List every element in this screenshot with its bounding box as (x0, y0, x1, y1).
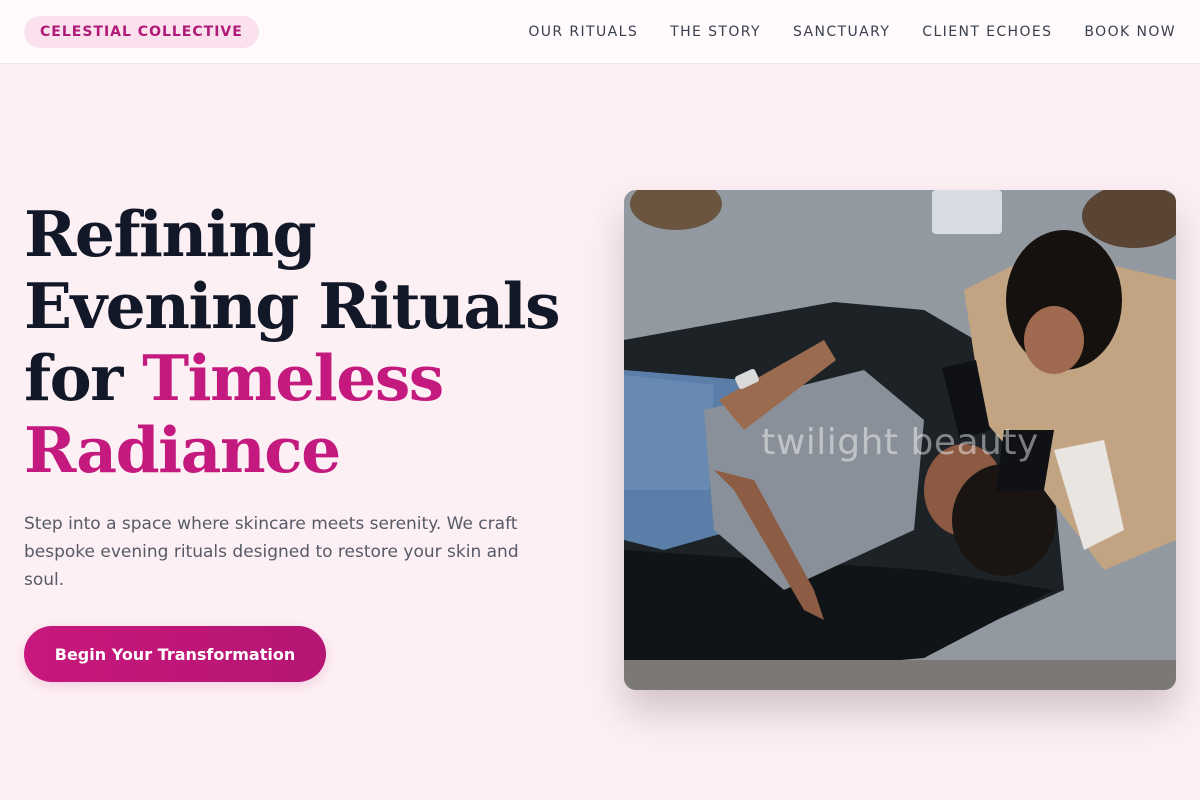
hero-title-accent-timeless: Timeless (142, 341, 444, 415)
site-header: CELESTIAL COLLECTIVE OUR RITUALS THE STO… (0, 0, 1200, 64)
hero-subtitle: Step into a space where skincare meets s… (24, 514, 519, 590)
hero-title-line2: Evening Rituals (24, 269, 561, 343)
nav-item-client-echoes[interactable]: CLIENT ECHOES (922, 24, 1052, 40)
nav-item-the-story[interactable]: THE STORY (670, 24, 761, 40)
image-watermark: twilight beauty (761, 422, 1039, 463)
main-nav: OUR RITUALS THE STORY SANCTUARY CLIENT E… (528, 24, 1176, 40)
hero-title-line1: Refining (24, 197, 317, 271)
hero-title-accent-radiance: Radiance (24, 413, 341, 487)
nav-item-sanctuary[interactable]: SANCTUARY (793, 24, 890, 40)
nav-item-our-rituals[interactable]: OUR RITUALS (528, 24, 638, 40)
hero-photo: twilight beauty (624, 190, 1176, 690)
hero-title-line3-prefix: for (24, 341, 143, 415)
hero-title: Refining Evening Rituals for Timeless Ra… (24, 198, 584, 486)
begin-transformation-button[interactable]: Begin Your Transformation (24, 626, 326, 682)
brand-logo[interactable]: CELESTIAL COLLECTIVE (24, 15, 259, 48)
nav-item-book-now[interactable]: BOOK NOW (1084, 24, 1176, 40)
